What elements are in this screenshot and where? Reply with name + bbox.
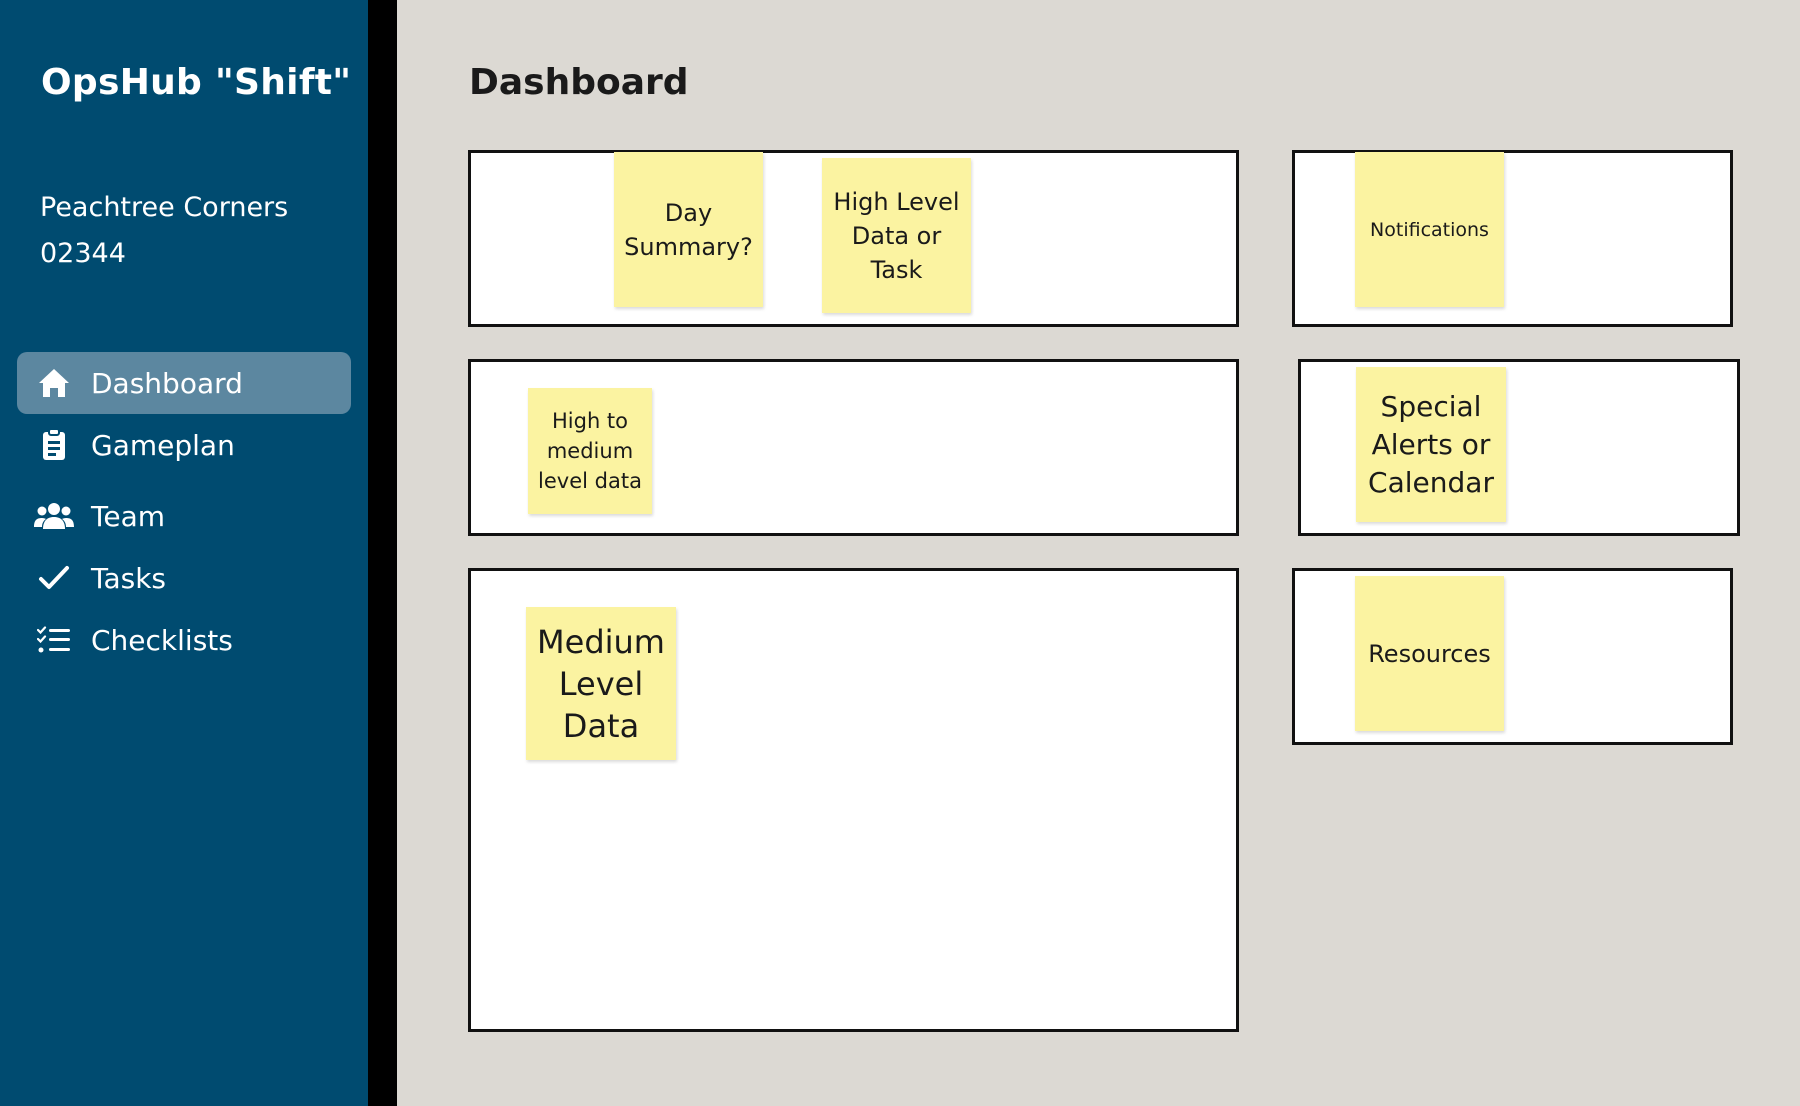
checklist-icon (34, 620, 74, 660)
sidebar-item-tasks[interactable]: Tasks (17, 547, 351, 609)
sticky-note-text: Medium Level Data (537, 622, 665, 745)
sidebar-item-label: Gameplan (91, 428, 235, 462)
sidebar-item-dashboard[interactable]: Dashboard (17, 352, 351, 414)
location-code: 02344 (40, 238, 126, 269)
home-icon (34, 363, 74, 403)
sticky-note-text: Special Alerts or Calendar (1368, 389, 1494, 499)
location-info: Peachtree Corners 02344 (40, 185, 288, 277)
sticky-note-medium-level: Medium Level Data (526, 607, 676, 760)
location-name: Peachtree Corners (40, 192, 289, 223)
sticky-note-special-alerts: Special Alerts or Calendar (1356, 367, 1506, 522)
sticky-note-text: Day Summary? (624, 198, 753, 261)
app-title: OpsHub "Shift" (41, 62, 352, 103)
team-icon (34, 496, 74, 536)
sticky-note-text: Notifications (1370, 218, 1489, 241)
check-icon (34, 558, 74, 598)
sticky-note-resources: Resources (1355, 576, 1504, 731)
sticky-note-high-level: High Level Data or Task (822, 158, 971, 313)
sidebar-item-label: Tasks (91, 561, 167, 595)
app-window: OpsHub "Shift" Peachtree Corners 02344 D… (0, 0, 1800, 1106)
sidebar-item-team[interactable]: Team (17, 485, 351, 547)
sidebar: OpsHub "Shift" Peachtree Corners 02344 D… (0, 0, 368, 1106)
sticky-note-text: Resources (1368, 639, 1491, 668)
sidebar-divider (368, 0, 397, 1106)
sticky-note-text: High to medium level data (538, 409, 642, 493)
sidebar-item-label: Team (91, 499, 166, 533)
sticky-note-day-summary: Day Summary? (614, 152, 763, 307)
sidebar-item-checklists[interactable]: Checklists (17, 609, 351, 671)
sticky-note-high-to-medium: High to medium level data (528, 388, 652, 514)
clipboard-icon (34, 425, 74, 465)
sticky-note-notifications: Notifications (1355, 152, 1504, 307)
page-title: Dashboard (469, 62, 689, 103)
sticky-note-text: High Level Data or Task (833, 187, 960, 284)
sidebar-item-label: Dashboard (91, 366, 243, 400)
sidebar-item-label: Checklists (91, 623, 233, 657)
sidebar-item-gameplan[interactable]: Gameplan (17, 414, 351, 476)
